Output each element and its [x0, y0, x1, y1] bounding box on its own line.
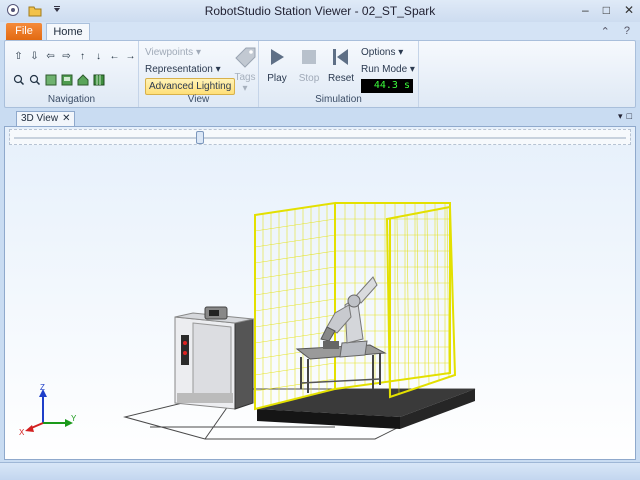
navigation-group-label: Navigation — [47, 94, 96, 105]
axis-y-label: Y — [71, 414, 77, 423]
coordinate-axes: Z Y X — [19, 383, 77, 437]
document-tab-bar: 3D View ✕ ▾ □ — [4, 110, 636, 126]
tab-list-icon[interactable]: ▾ — [618, 111, 623, 122]
station-scene[interactable]: Z Y X — [5, 127, 635, 459]
axis-x-label: X — [19, 428, 25, 437]
ribbon: ⇧ ⇩ ⇦ ⇨ ↑ ↓ ← → Navigation Viewpoints ▾ … — [4, 40, 636, 108]
play-button[interactable]: Play — [261, 45, 293, 84]
tab-home[interactable]: Home — [46, 23, 90, 41]
view-group: Viewpoints ▾ Representation ▾ Advanced L… — [139, 41, 259, 107]
pan-up-icon[interactable]: ↑ — [75, 49, 90, 64]
robot-controller-cabinet — [174, 306, 254, 410]
title-bar: RobotStudio Station Viewer - 02_ST_Spark… — [0, 0, 640, 22]
view-group-label: View — [187, 94, 210, 105]
close-button[interactable]: ✕ — [624, 3, 634, 17]
help-icon[interactable]: ? — [624, 25, 630, 38]
tags-button[interactable]: Tags ▾ — [227, 47, 263, 94]
reset-icon — [333, 49, 348, 65]
pan-down-icon[interactable]: ↓ — [91, 49, 106, 64]
rotate-left-icon[interactable]: ⇦ — [43, 49, 58, 64]
view-all-icon[interactable] — [43, 72, 58, 87]
tag-icon — [235, 47, 256, 68]
status-bar — [0, 462, 640, 480]
options-dropdown[interactable]: Options ▾ — [361, 47, 403, 58]
tab-3d-view[interactable]: 3D View ✕ — [16, 111, 76, 126]
window-controls: – □ ✕ — [582, 3, 634, 17]
representation-dropdown[interactable]: Representation ▾ — [145, 64, 221, 75]
window-title: RobotStudio Station Viewer - 02_ST_Spark — [204, 4, 436, 18]
pan-right-icon[interactable]: → — [123, 49, 138, 64]
minimize-button[interactable]: – — [582, 3, 589, 17]
home-view-icon[interactable] — [75, 72, 90, 87]
viewpoints-dropdown[interactable]: Viewpoints ▾ — [145, 47, 201, 58]
stop-icon — [302, 50, 316, 64]
3d-view-pane[interactable]: Z Y X — [4, 126, 636, 460]
maximize-pane-icon[interactable]: □ — [627, 111, 632, 122]
navigation-group: ⇧ ⇩ ⇦ ⇨ ↑ ↓ ← → Navigation — [5, 41, 139, 107]
stop-button[interactable]: Stop — [293, 45, 325, 84]
rotate-up-icon[interactable]: ⇧ — [11, 49, 26, 64]
run-mode-dropdown[interactable]: Run Mode ▾ — [361, 64, 415, 75]
simulation-time-display: 44.3 s — [361, 79, 413, 93]
advanced-lighting-button[interactable]: Advanced Lighting — [145, 78, 236, 95]
zoom-in-icon[interactable] — [11, 72, 26, 87]
maximize-button[interactable]: □ — [603, 3, 610, 17]
simulation-group: Play Stop Reset Options ▾ Run Mode ▾ 44.… — [259, 41, 419, 107]
rotate-down-icon[interactable]: ⇩ — [27, 49, 42, 64]
rotate-right-icon[interactable]: ⇨ — [59, 49, 74, 64]
minimize-ribbon-icon[interactable]: ⌃ — [601, 25, 610, 38]
zoom-out-icon[interactable] — [27, 72, 42, 87]
ribbon-tabs: File Home ⌃ ? — [0, 22, 640, 41]
view-cube-icon[interactable] — [91, 72, 106, 87]
view-center-icon[interactable] — [59, 72, 74, 87]
simulation-group-label: Simulation — [315, 94, 362, 105]
pan-left-icon[interactable]: ← — [107, 49, 122, 64]
play-icon — [271, 49, 284, 65]
tab-file[interactable]: File — [6, 23, 42, 40]
axis-z-label: Z — [40, 383, 45, 392]
cell-base — [257, 389, 475, 429]
reset-button[interactable]: Reset — [325, 45, 357, 84]
close-tab-icon[interactable]: ✕ — [62, 113, 70, 124]
